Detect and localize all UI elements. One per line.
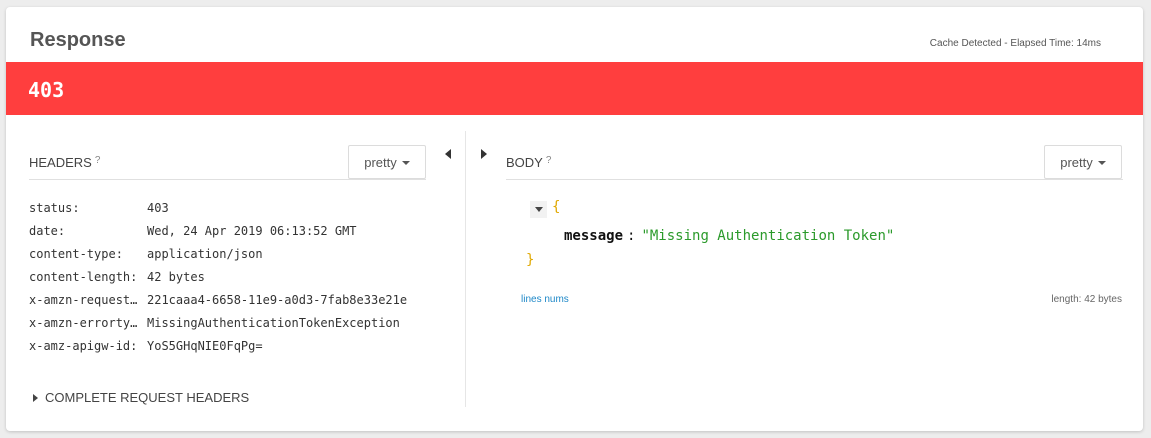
headers-list: status: 403 date: Wed, 24 Apr 2019 06:13:5… [29,199,407,360]
body-panel: BODY? pretty { message: "Missing Authenti… [466,115,1143,431]
json-open-brace: { [552,199,561,215]
lines-nums-link[interactable]: lines nums [521,294,569,305]
headers-title: HEADERS? [29,155,100,170]
response-header: Response Cache Detected - Elapsed Time: … [6,7,1143,62]
header-value: YoS5GHqNIE0FqPg= [147,339,263,353]
header-key: status: [29,201,80,215]
elapsed-time-info: Cache Detected - Elapsed Time: 14ms [929,38,1101,49]
body-format-label: pretty [1060,154,1093,170]
body-format-dropdown[interactable]: pretty [1044,145,1122,179]
json-string-value: "Missing Authentication Token" [641,228,895,244]
caret-down-icon [1097,161,1106,165]
header-key: content-length: [29,270,138,284]
header-value: 403 [147,201,169,215]
status-bar [6,62,1143,115]
collapse-triangle-icon [535,207,543,212]
headers-format-label: pretty [364,154,397,170]
header-row-status: status: 403 [29,199,407,222]
header-row-apigw-id: x-amz-apigw-id: YoS5GHqNIE0FqPg= [29,337,407,360]
body-title: BODY? [506,155,551,170]
expand-triangle-icon [33,393,38,402]
header-row-content-type: content-type: application/json [29,245,407,268]
caret-down-icon [401,161,410,165]
status-code: 403 [28,78,65,102]
header-row-errortype: x-amzn-errorty… MissingAuthenticationToke… [29,314,407,337]
complete-request-headers-label: COMPLETE REQUEST HEADERS [45,390,250,405]
body-length-info: length: 42 bytes [1051,294,1122,305]
header-value: application/json [147,247,263,261]
header-value: MissingAuthenticationTokenException [147,316,400,330]
header-key: content-type: [29,247,123,261]
header-value: 42 bytes [147,270,205,284]
json-property: message: "Missing Authentication Token" [564,228,894,244]
complete-request-headers-toggle[interactable]: COMPLETE REQUEST HEADERS [33,390,249,405]
headers-title-label: HEADERS [29,155,92,170]
header-row-date: date: Wed, 24 Apr 2019 06:13:52 GMT [29,222,407,245]
header-key: date: [29,224,66,238]
json-collapse-toggle[interactable] [530,201,547,218]
headers-panel: HEADERS? pretty status: 403 date: Wed, 24 … [6,115,466,431]
help-icon[interactable]: ? [95,155,101,166]
json-key: message [564,228,624,244]
header-key: x-amz-apigw-id: [29,339,138,353]
body-divider [506,179,1123,180]
help-icon[interactable]: ? [546,155,552,166]
body-title-label: BODY [506,155,543,170]
header-value: Wed, 24 Apr 2019 06:13:52 GMT [147,224,357,238]
json-close-brace: } [526,252,535,268]
json-colon: : [627,228,636,244]
response-title: Response [30,29,126,51]
header-key: x-amzn-request… [29,293,138,307]
header-key: x-amzn-errorty… [29,316,138,330]
header-value: 221caaa4-6658-11e9-a0d3-7fab8e33e21e [147,293,408,307]
header-row-content-length: content-length: 42 bytes [29,268,407,291]
headers-format-dropdown[interactable]: pretty [348,145,426,179]
headers-divider [29,179,426,180]
header-row-request-id: x-amzn-request… 221caaa4-6658-11e9-a0d3-7… [29,291,407,314]
collapse-left-arrow-icon[interactable] [445,149,451,159]
response-card: Response Cache Detected - Elapsed Time: … [6,7,1143,431]
